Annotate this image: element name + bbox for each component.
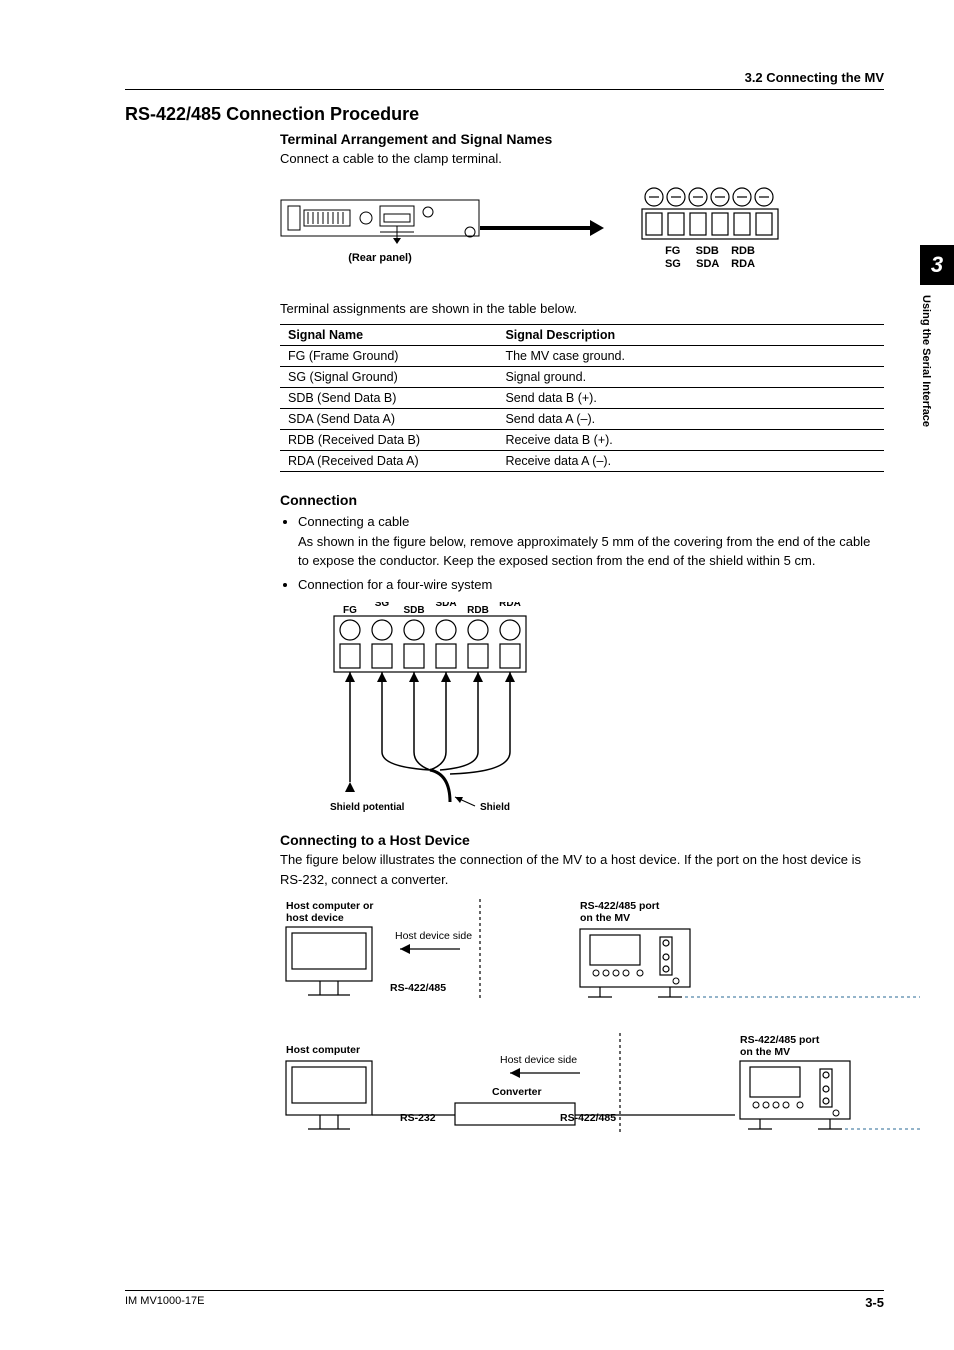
arrow-icon — [480, 226, 590, 230]
svg-text:on the MV: on the MV — [580, 912, 630, 924]
svg-text:host device: host device — [286, 912, 344, 924]
svg-text:FG: FG — [343, 605, 357, 616]
svg-text:Converter: Converter — [492, 1086, 542, 1098]
svg-text:Host device side: Host device side — [500, 1054, 577, 1066]
terminal-labels-line2: SG SDA RDA — [640, 258, 780, 271]
svg-text:RDB: RDB — [467, 605, 489, 616]
terminal-diagram-row: (Rear panel) — [280, 185, 884, 271]
svg-text:Host computer: Host computer — [286, 1044, 360, 1056]
terminal-labels-line1: FG SDB RDB — [640, 245, 780, 258]
table-row: RDB (Received Data B)Receive data B (+). — [280, 430, 884, 451]
host-heading: Connecting to a Host Device — [280, 832, 884, 848]
svg-text:RS-422/485: RS-422/485 — [560, 1112, 616, 1124]
four-wire-diagram: FG SG SDB SDA RDB RDA — [330, 602, 884, 822]
table-row: RDA (Received Data A)Receive data A (–). — [280, 451, 884, 472]
connection-heading: Connection — [280, 492, 884, 508]
host-figure-2: Host computer Host device side Converter… — [280, 1033, 884, 1153]
table-row: FG (Frame Ground)The MV case ground. — [280, 346, 884, 367]
header-rule — [125, 89, 884, 90]
table-row: SDA (Send Data A)Send data A (–). — [280, 409, 884, 430]
svg-text:RS-422/485 port: RS-422/485 port — [740, 1034, 820, 1046]
doc-id: IM MV1000-17E — [125, 1295, 204, 1310]
bullet1-body: As shown in the figure below, remove app… — [298, 532, 884, 571]
bullet-four-wire: Connection for a four-wire system — [298, 575, 884, 595]
bullet-connecting-cable: Connecting a cable As shown in the figur… — [298, 512, 884, 571]
svg-text:RDA: RDA — [499, 602, 521, 609]
rear-panel-figure: (Rear panel) — [280, 192, 480, 264]
page-footer: IM MV1000-17E 3-5 — [125, 1290, 884, 1310]
svg-text:Shield potential: Shield potential — [330, 802, 405, 813]
svg-text:RS-422/485 port: RS-422/485 port — [580, 900, 660, 912]
svg-text:SDA: SDA — [435, 602, 456, 609]
svg-text:Host device side: Host device side — [395, 930, 472, 942]
table-intro: Terminal assignments are shown in the ta… — [280, 299, 884, 319]
svg-text:Host computer or: Host computer or — [286, 900, 374, 912]
svg-text:on the MV: on the MV — [740, 1046, 790, 1058]
rear-panel-caption: (Rear panel) — [280, 252, 480, 264]
main-heading: RS-422/485 Connection Procedure — [125, 104, 884, 125]
page-number: 3-5 — [865, 1295, 884, 1310]
svg-text:SDB: SDB — [403, 605, 424, 616]
host-body: The figure below illustrates the connect… — [280, 850, 884, 889]
svg-text:SG: SG — [375, 602, 390, 609]
svg-text:RS-422/485: RS-422/485 — [390, 982, 446, 994]
th-signal-desc: Signal Description — [497, 325, 884, 346]
svg-text:Shield: Shield — [480, 802, 510, 813]
terminal-intro: Connect a cable to the clamp terminal. — [280, 149, 884, 169]
signal-table: Signal Name Signal Description FG (Frame… — [280, 324, 884, 472]
table-row: SDB (Send Data B)Send data B (+). — [280, 388, 884, 409]
section-reference: 3.2 Connecting the MV — [125, 70, 884, 85]
table-row: SG (Signal Ground)Signal ground. — [280, 367, 884, 388]
host-figure-1: Host computer or host device Host device… — [280, 899, 884, 1009]
terminal-heading: Terminal Arrangement and Signal Names — [280, 131, 884, 147]
svg-text:RS-232: RS-232 — [400, 1112, 436, 1124]
th-signal-name: Signal Name — [280, 325, 497, 346]
terminal-block-figure: FG SDB RDB SG SDA RDA — [640, 185, 780, 271]
